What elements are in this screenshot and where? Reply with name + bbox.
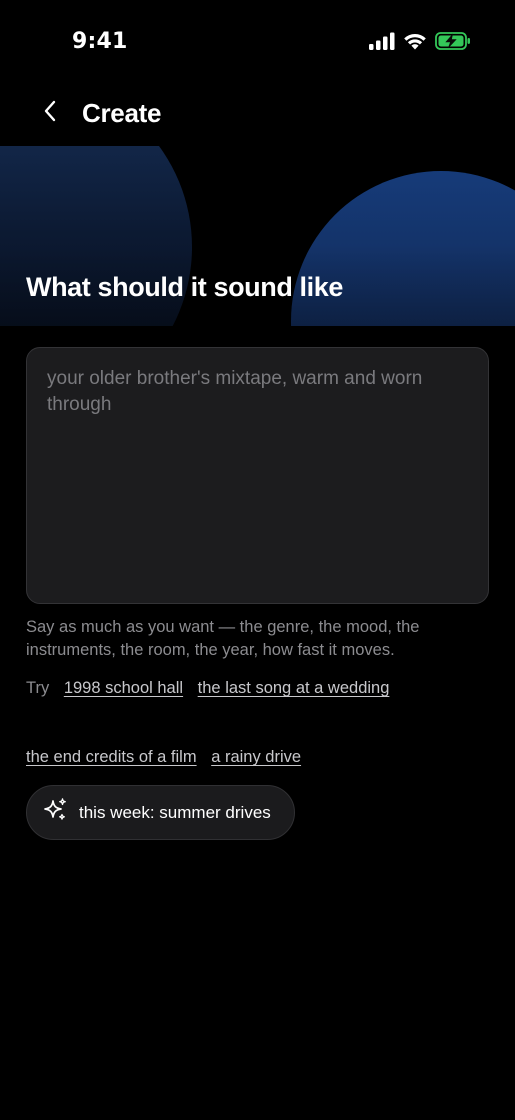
weekly-theme-chip[interactable]: this week: summer drives (26, 785, 295, 840)
prompt-field-container (26, 347, 489, 604)
hero-banner: What should it sound like (0, 146, 515, 326)
wifi-icon (403, 32, 427, 55)
create-screen: 9:41 Create What should it sound like yo… (0, 0, 515, 1120)
status-time: 9:41 (72, 29, 128, 54)
hero-title: What should it sound like (26, 272, 343, 302)
battery-charging-icon (435, 32, 471, 55)
suggestion-link[interactable]: the end credits of a film (26, 748, 197, 766)
suggestions-row-2: the end credits of a film a rainy drive (26, 746, 496, 769)
sparkles-icon (43, 797, 69, 828)
helper-text: Say as much as you want — the genre, the… (26, 618, 420, 659)
suggestion-link[interactable]: a rainy drive (211, 748, 301, 766)
suggestion-link[interactable]: the last song at a wedding (198, 679, 390, 697)
chevron-left-icon (43, 100, 57, 127)
suggestion-link[interactable]: 1998 school hall (64, 679, 183, 697)
status-bar: 9:41 (0, 0, 515, 84)
status-icons (369, 32, 471, 55)
back-button[interactable] (32, 94, 68, 132)
nav-header: Create (0, 90, 515, 136)
suggestions-row-1: Try 1998 school hall the last song at a … (26, 677, 496, 700)
cellular-signal-icon (369, 32, 395, 55)
prompt-textarea[interactable] (47, 366, 468, 585)
page-title: Create (82, 98, 162, 128)
try-label: Try (26, 679, 50, 697)
weekly-theme-label: this week: summer drives (79, 802, 271, 822)
